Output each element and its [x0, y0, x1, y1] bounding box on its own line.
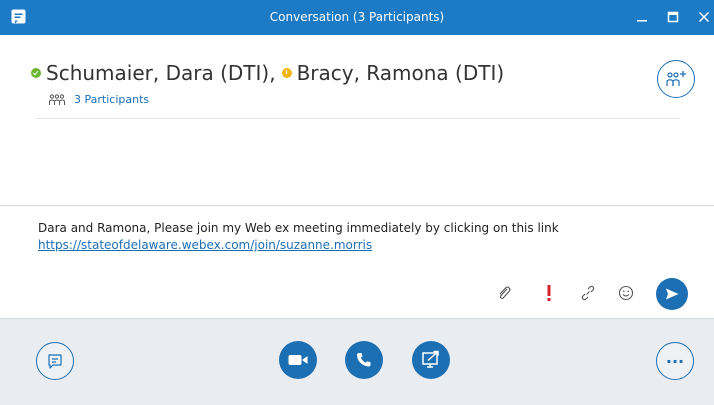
- presence-away-icon: [281, 68, 292, 78]
- title-bar: Conversation (3 Participants): [0, 0, 714, 35]
- presence-available-icon: [31, 68, 41, 78]
- participants-icon: [49, 93, 65, 105]
- video-call-button[interactable]: [279, 341, 317, 379]
- paperclip-icon: [499, 286, 511, 299]
- conversation-header: Schumaier, Dara (DTI), Bracy, Ramona (DT…: [0, 35, 714, 205]
- mark-important-button[interactable]: [536, 280, 562, 306]
- message-text: Dara and Ramona, Please join my Web ex m…: [38, 221, 559, 235]
- emoticon-button[interactable]: [613, 280, 639, 306]
- screen-share-icon: [422, 350, 439, 368]
- close-button[interactable]: [692, 6, 714, 28]
- compose-toolbar: [0, 278, 714, 310]
- chat-icon: [48, 354, 62, 369]
- more-icon: ···: [665, 351, 685, 371]
- emoji-icon: [618, 285, 634, 301]
- minimize-button[interactable]: [630, 6, 654, 28]
- participants-count[interactable]: 3 Participants: [74, 93, 149, 106]
- action-bar: ···: [0, 318, 714, 405]
- participant-name-1[interactable]: Schumaier, Dara (DTI),: [46, 61, 276, 85]
- message-link[interactable]: https://stateofdelaware.webex.com/join/s…: [38, 237, 678, 254]
- message-input[interactable]: Dara and Ramona, Please join my Web ex m…: [38, 220, 678, 254]
- audio-call-button[interactable]: [345, 341, 383, 379]
- maximize-button[interactable]: [661, 6, 685, 28]
- insert-link-button[interactable]: [575, 280, 601, 306]
- participant-name-2[interactable]: Bracy, Ramona (DTI): [297, 61, 505, 85]
- conversation-window: Conversation (3 Participants) Schumaier,…: [0, 0, 714, 405]
- send-icon: [666, 288, 679, 300]
- add-people-icon: [666, 71, 686, 86]
- video-icon: [288, 355, 308, 365]
- add-people-button[interactable]: [657, 60, 695, 98]
- link-icon: [581, 285, 595, 301]
- window-title: Conversation (3 Participants): [269, 10, 445, 24]
- phone-icon: [357, 353, 371, 367]
- participant-names: Schumaier, Dara (DTI), Bracy, Ramona (DT…: [31, 60, 504, 86]
- header-divider: [35, 118, 680, 119]
- send-button[interactable]: [656, 278, 688, 310]
- present-screen-button[interactable]: [412, 341, 450, 379]
- compose-area[interactable]: Dara and Ramona, Please join my Web ex m…: [0, 206, 714, 318]
- more-options-button[interactable]: ···: [656, 342, 694, 380]
- attach-file-button[interactable]: [491, 280, 517, 306]
- instant-message-button[interactable]: [36, 342, 74, 380]
- participants-link[interactable]: 3 Participants: [48, 93, 149, 106]
- exclamation-icon: [547, 285, 551, 301]
